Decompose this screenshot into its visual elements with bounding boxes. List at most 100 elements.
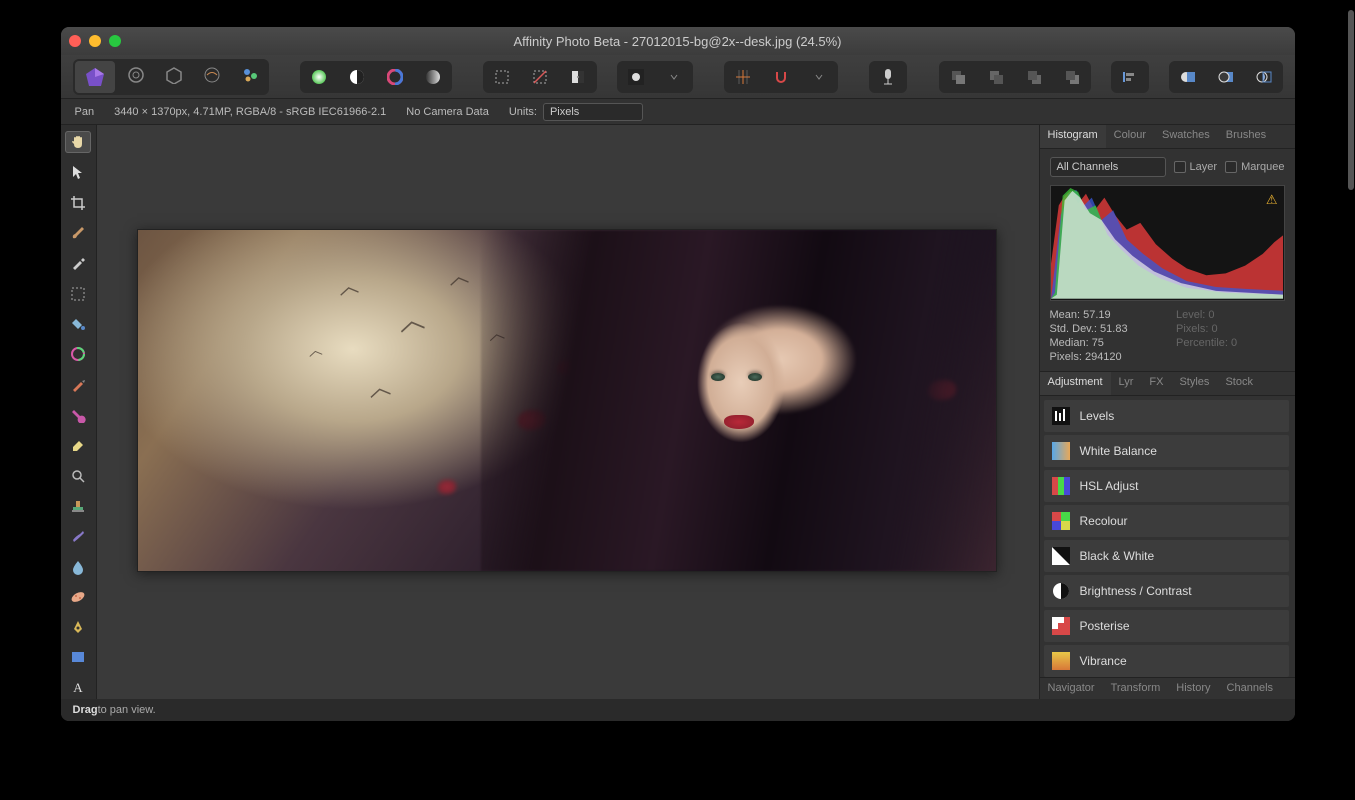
status-action: Drag [73, 704, 98, 716]
move-back-button[interactable] [941, 63, 975, 91]
refine-button[interactable] [561, 63, 595, 91]
bottom-panel-tabs: Navigator Transform History Channels [1040, 677, 1295, 699]
tab-swatches[interactable]: Swatches [1154, 125, 1218, 148]
minimize-button[interactable] [89, 35, 101, 47]
canvas[interactable]: ︿ ︿ ︿ ︿ ︿ ︿ [97, 125, 1039, 699]
rgb-wheel-button[interactable] [302, 63, 336, 91]
luminosity-button[interactable] [416, 63, 450, 91]
tab-stock[interactable]: Stock [1217, 372, 1261, 395]
window-title: Affinity Photo Beta - 27012015-bg@2x--de… [61, 34, 1295, 49]
selection-tool[interactable] [65, 283, 91, 305]
flood-fill-tool[interactable] [65, 313, 91, 335]
develop-persona-button[interactable] [157, 61, 191, 89]
intersect-shapes-button[interactable] [1247, 63, 1281, 91]
status-bar: Drag to pan view. [61, 699, 1295, 721]
current-tool-label: Pan [75, 106, 95, 118]
tab-brushes[interactable]: Brushes [1218, 125, 1274, 148]
deselect-button[interactable] [523, 63, 557, 91]
adj-brightness-contrast[interactable]: Brightness / Contrast [1044, 575, 1289, 607]
studio-panels: Histogram Colour Swatches Brushes All Ch… [1039, 125, 1295, 699]
zoom-tool[interactable] [65, 464, 91, 486]
snap-dropdown[interactable] [802, 63, 836, 91]
channel-select[interactable]: All Channels [1050, 157, 1166, 177]
tab-layers[interactable]: Lyr [1111, 372, 1142, 395]
adj-vibrance[interactable]: Vibrance [1044, 645, 1289, 677]
subtract-shapes-button[interactable] [1209, 63, 1243, 91]
arrange-group [939, 61, 1091, 93]
units-label: Units: [509, 106, 537, 118]
text-tool[interactable]: A [65, 677, 91, 699]
pen-tool[interactable] [65, 616, 91, 638]
color-picker-tool[interactable] [65, 252, 91, 274]
layer-checkbox[interactable]: Layer [1174, 161, 1218, 173]
adj-black-white[interactable]: Black & White [1044, 540, 1289, 572]
photo-persona-button[interactable] [75, 61, 115, 93]
tab-transform[interactable]: Transform [1103, 678, 1169, 699]
context-toolbar: Pan 3440 × 1370px, 4.71MP, RGBA/8 - sRGB… [61, 99, 1295, 125]
align-button[interactable] [1113, 63, 1147, 91]
adj-posterise[interactable]: Posterise [1044, 610, 1289, 642]
paint-brush-tool[interactable] [65, 222, 91, 244]
hue-wheel-button[interactable] [378, 63, 412, 91]
quick-mask-button[interactable] [619, 63, 653, 91]
color-tools-group [300, 61, 452, 93]
pencil-tool[interactable] [65, 374, 91, 396]
stamp-tool[interactable] [65, 495, 91, 517]
stat-mean: Mean: 57.19 [1050, 309, 1159, 321]
window-controls [69, 35, 121, 47]
move-forward-button[interactable] [1017, 63, 1051, 91]
marquee-button[interactable] [485, 63, 519, 91]
healing-tool[interactable] [65, 586, 91, 608]
crop-tool[interactable] [65, 192, 91, 214]
tab-histogram[interactable]: Histogram [1040, 125, 1106, 148]
add-shapes-button[interactable] [1171, 63, 1205, 91]
selection-tools-group [483, 61, 597, 93]
tone-persona-button[interactable] [195, 61, 229, 89]
close-button[interactable] [69, 35, 81, 47]
contrast-button[interactable] [340, 63, 374, 91]
tab-channels[interactable]: Channels [1219, 678, 1281, 699]
maximize-button[interactable] [109, 35, 121, 47]
clone-tool[interactable] [65, 404, 91, 426]
snap-toggle[interactable] [764, 63, 798, 91]
erase-tool[interactable] [65, 434, 91, 456]
clipping-warning-icon: ⚠ [1266, 192, 1278, 208]
adj-hsl[interactable]: HSL Adjust [1044, 470, 1289, 502]
assistant-button[interactable] [871, 63, 905, 91]
mask-group [617, 61, 693, 93]
stat-stddev: Std. Dev.: 51.83 [1050, 323, 1159, 335]
tab-navigator[interactable]: Navigator [1040, 678, 1103, 699]
histogram-stats: Mean: 57.19 Level: 0 Std. Dev.: 51.83 Pi… [1050, 309, 1285, 363]
tab-styles[interactable]: Styles [1171, 372, 1217, 395]
align-group [1111, 61, 1149, 93]
units-select[interactable]: Pixels [543, 103, 643, 121]
app-window: Affinity Photo Beta - 27012015-bg@2x--de… [61, 27, 1295, 721]
top-panel-tabs: Histogram Colour Swatches Brushes [1040, 125, 1295, 149]
grid-toggle[interactable] [726, 63, 760, 91]
mask-dropdown[interactable] [657, 63, 691, 91]
hand-tool[interactable] [65, 131, 91, 153]
stat-percentile: Percentile: 0 [1176, 337, 1285, 349]
export-persona-button[interactable] [233, 61, 267, 89]
adj-levels[interactable]: Levels [1044, 400, 1289, 432]
stat-pixels2: Pixels: 0 [1176, 323, 1285, 335]
stat-level: Level: 0 [1176, 309, 1285, 321]
liquify-persona-button[interactable] [119, 61, 153, 89]
move-backward-button[interactable] [979, 63, 1013, 91]
marquee-checkbox[interactable]: Marquee [1225, 161, 1284, 173]
move-tool[interactable] [65, 161, 91, 183]
move-front-button[interactable] [1055, 63, 1089, 91]
blur-tool[interactable] [65, 555, 91, 577]
toolbar [61, 55, 1295, 99]
smudge-tool[interactable] [65, 525, 91, 547]
color-replacement-tool[interactable] [65, 343, 91, 365]
tab-adjustment[interactable]: Adjustment [1040, 372, 1111, 395]
adj-white-balance[interactable]: White Balance [1044, 435, 1289, 467]
tab-colour[interactable]: Colour [1106, 125, 1154, 148]
adj-recolour[interactable]: Recolour [1044, 505, 1289, 537]
tab-fx[interactable]: FX [1141, 372, 1171, 395]
camera-data: No Camera Data [406, 106, 489, 118]
stat-median: Median: 75 [1050, 337, 1159, 349]
tab-history[interactable]: History [1168, 678, 1218, 699]
rectangle-tool[interactable] [65, 646, 91, 668]
